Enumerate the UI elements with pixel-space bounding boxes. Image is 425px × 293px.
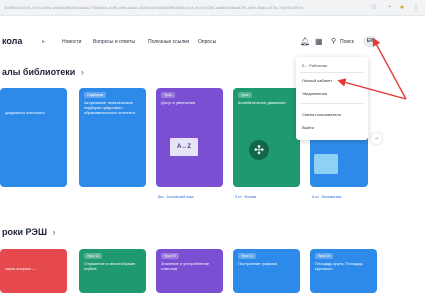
resh-section-title[interactable]: роки РЭШ › [2, 227, 56, 237]
profile-icon[interactable]: ● [398, 4, 406, 12]
resh-card-3[interactable]: Урок 57 Значение и употребление глаголов [156, 249, 223, 293]
menu-user-name: Е... Рабчиева [302, 63, 327, 68]
menu-item-logout[interactable]: Выйти [302, 125, 314, 130]
arrow-right-icon[interactable]: → [371, 133, 382, 144]
resh-card-1[interactable]: хорзо клоунко — [0, 249, 67, 293]
library-card-1[interactable]: цифрового ательного [0, 88, 67, 187]
card-title: Площадь круга. Площадь кругового [315, 261, 363, 271]
card-title: Досуг и увлечения [161, 100, 196, 105]
logo-chevron-icon[interactable]: ▸ [42, 38, 45, 45]
menu-divider [300, 72, 364, 73]
card-title: цифрового ательного [5, 110, 45, 115]
library-card-2[interactable]: Подборка Актуальные тематические подборк… [79, 88, 146, 187]
tag-grade: 8кл [158, 195, 164, 199]
library-card-4[interactable]: Урок Колебательное движение ✣ [233, 88, 300, 187]
card-badge: Урок 12 [84, 253, 103, 259]
grid-icon[interactable]: ▦ [315, 37, 323, 46]
card-badge: Урок 24 [315, 253, 334, 259]
search-label[interactable]: Поиск [340, 39, 354, 45]
tag-subject: Английский язык [166, 195, 194, 199]
card-title: Актуальные тематические подборки цифрово… [84, 100, 136, 115]
section-chevron-icon: › [80, 67, 84, 77]
tag-grade: 6 кл [312, 195, 319, 199]
user-avatar[interactable]: ЕК [363, 36, 377, 47]
card-title: Построение графика [238, 261, 277, 266]
resh-card-4[interactable]: Урок 11 Построение графика [233, 249, 300, 293]
menu-divider [300, 103, 364, 104]
menu-item-personal-account[interactable]: Личный кабинет [302, 78, 332, 83]
resh-card-5[interactable]: Урок 24 Площадь круга. Площадь кругового [310, 249, 377, 293]
card-badge: Подборка [84, 92, 106, 98]
tag-grade: 9 кл [235, 195, 242, 199]
browser-menu-icon[interactable]: ⋮ [412, 4, 420, 12]
tag-subject: Математика [321, 195, 342, 199]
a-z-book-illustration: A↔Z [170, 138, 198, 156]
card-title: Отражение и многообразие гербов [84, 261, 136, 271]
card-tags-1: 8кл Английский язык [158, 193, 194, 201]
site-logo[interactable]: кола [2, 36, 22, 46]
star-icon[interactable]: ☆ [370, 4, 378, 12]
card-title: хорзо клоунко — [5, 266, 37, 271]
library-section-title[interactable]: алы библиотеки › [2, 67, 84, 77]
card-badge: Урок [161, 92, 175, 98]
extension-icon[interactable]: ◔ [385, 4, 393, 12]
library-card-3[interactable]: Урок Досуг и увлечения A↔Z [156, 88, 223, 187]
menu-item-notifications[interactable]: Уведомления [302, 91, 327, 96]
search-icon[interactable]: ⚲ [331, 37, 336, 46]
url-text[interactable]: 3b8f9a11c51b-47c4-b2ea-a9d8ed8f2b1a1aaa-… [4, 3, 334, 13]
grid-illustration [314, 154, 338, 174]
card-tags-3: 6 кл Математика [312, 193, 341, 201]
nav-link-polls[interactable]: Опросы [198, 39, 216, 45]
nav-link-faq[interactable]: Вопросы и ответы [93, 39, 135, 45]
motion-illustration: ✣ [249, 140, 269, 160]
top-navigation: кола ▸ Новости Вопросы и ответы Полезные… [0, 36, 425, 50]
menu-item-switch-user[interactable]: Смена пользователя [302, 112, 341, 117]
section-chevron-icon: › [52, 227, 56, 237]
bell-icon[interactable]: 🔔︎ [300, 37, 310, 46]
card-badge: Урок 11 [238, 253, 257, 259]
card-badge: Урок 57 [161, 253, 180, 259]
card-title: Колебательное движение [238, 100, 286, 105]
tag-subject: Физика [244, 195, 257, 199]
nav-link-useful-links[interactable]: Полезные ссылки [148, 39, 189, 45]
nav-link-news[interactable]: Новости [62, 39, 81, 45]
resh-card-2[interactable]: Урок 12 Отражение и многообразие гербов [79, 249, 146, 293]
library-section-label: алы библиотеки [2, 67, 76, 77]
user-dropdown-menu: Е... Рабчиева Личный кабинет Уведомления… [296, 57, 368, 140]
resh-section-label: роки РЭШ [2, 227, 47, 237]
card-tags-2: 9 кл Физика [235, 193, 256, 201]
browser-url-bar[interactable]: 3b8f9a11c51b-47c4-b2ea-a9d8ed8f2b1a1aaa-… [0, 0, 425, 16]
card-title: Значение и употребление глаголов [161, 261, 210, 271]
card-badge: Урок [238, 92, 252, 98]
